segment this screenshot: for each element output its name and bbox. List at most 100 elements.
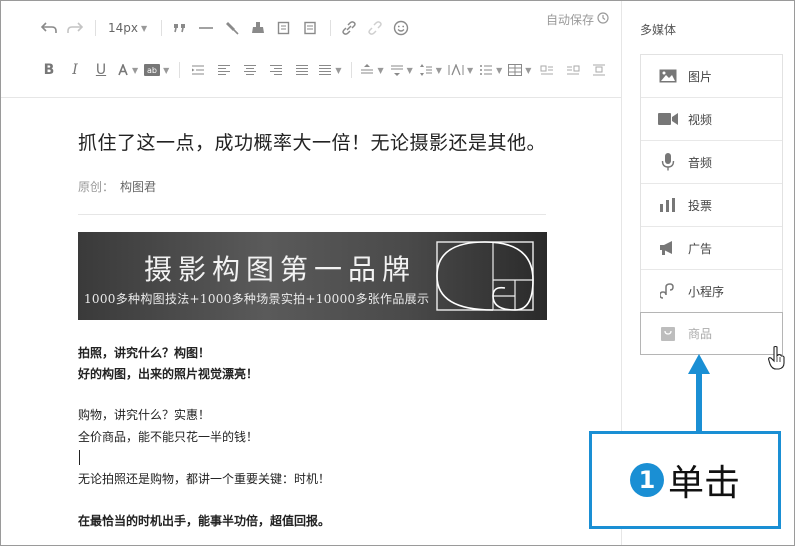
font-color-button[interactable]: ▼ — [117, 59, 138, 81]
template-icon[interactable] — [274, 17, 294, 39]
toolbar-row-1: 14px ▼ — [39, 15, 417, 41]
chevron-down-icon: ▼ — [496, 65, 503, 75]
chevron-down-icon: ▼ — [132, 65, 139, 75]
microphone-icon — [658, 153, 678, 171]
media-item-label: 音频 — [688, 155, 713, 170]
font-size-select[interactable]: 14px ▼ — [104, 17, 151, 39]
editor-content[interactable]: 抓住了这一点，成功概率大一倍！无论摄影还是其他。 原创： 构图君 摄影构图第一品牌… — [1, 98, 621, 545]
align-center-icon[interactable] — [240, 59, 260, 81]
horizontal-rule-icon[interactable] — [196, 17, 216, 39]
align-left-icon[interactable] — [214, 59, 234, 81]
paragraph-spacing-after-icon[interactable]: ▼ — [390, 59, 413, 81]
paragraph[interactable]: 好的构图，出来的照片视觉漂亮！ — [78, 364, 258, 384]
undo-icon[interactable] — [39, 17, 59, 39]
chevron-down-icon: ▼ — [377, 65, 384, 75]
clock-icon — [597, 12, 609, 27]
paragraph[interactable]: 拍照，讲究什么？构图！ — [78, 343, 210, 363]
line-height-icon[interactable]: ▼ — [419, 59, 442, 81]
emoji-icon[interactable] — [391, 17, 411, 39]
editor-toolbar: 14px ▼ B I U ▼ ab ▼ ▼ ▼ ▼ ▼ ▼ ▼ ▼ 自动保存 — [1, 1, 621, 98]
step-number-badge: 1 — [629, 463, 664, 497]
chevron-down-icon: ▼ — [335, 65, 342, 75]
media-item-label: 商品 — [688, 327, 713, 341]
mini-program-icon — [658, 282, 678, 300]
chevron-down-icon: ▼ — [435, 65, 442, 75]
document-icon[interactable] — [300, 17, 320, 39]
paragraph-spacing-before-icon[interactable]: ▼ — [360, 59, 384, 81]
media-item-video[interactable]: 视频 — [641, 98, 782, 141]
media-item-label: 视频 — [688, 112, 713, 127]
media-item-label: 广告 — [688, 241, 713, 256]
step-callout: 1 单击 — [589, 431, 781, 529]
paragraph[interactable]: 无论拍照还是购物，都讲一个重要关键：时机！ — [78, 469, 330, 489]
step-instruction: 单击 — [667, 463, 740, 504]
italic-button[interactable]: I — [65, 59, 85, 81]
banner-title: 摄影构图第一品牌 — [144, 253, 417, 286]
author-name: 构图君 — [120, 180, 157, 194]
media-item-ad[interactable]: 广告 — [641, 227, 782, 270]
letter-spacing-icon[interactable]: ▼ — [448, 59, 473, 81]
annotation-arrow-icon — [688, 354, 710, 432]
underline-button[interactable]: U — [91, 59, 111, 81]
unlink-icon[interactable] — [365, 17, 385, 39]
title-divider — [78, 214, 546, 215]
chevron-down-icon: ▼ — [525, 65, 532, 75]
bold-button[interactable]: B — [39, 59, 59, 81]
author-line[interactable]: 原创： 构图君 — [78, 178, 156, 195]
format-painter-icon[interactable] — [222, 17, 242, 39]
article-title[interactable]: 抓住了这一点，成功概率大一倍！无论摄影还是其他。 — [78, 128, 546, 155]
media-list: 图片 视频 音频 投票 广告 小程序 商品 — [640, 54, 783, 355]
media-item-image[interactable]: 图片 — [641, 55, 782, 98]
link-icon[interactable] — [339, 17, 359, 39]
font-size-value: 14px — [108, 21, 138, 35]
media-panel-title: 多媒体 — [640, 23, 677, 37]
megaphone-icon — [658, 239, 678, 257]
background-color-button[interactable]: ab ▼ — [144, 59, 169, 81]
media-item-label: 图片 — [688, 69, 713, 84]
video-icon — [658, 110, 678, 128]
text-cursor — [79, 450, 80, 465]
clear-format-icon[interactable] — [248, 17, 268, 39]
autosave-indicator[interactable]: 自动保存 — [546, 11, 609, 28]
hand-cursor-icon — [768, 346, 785, 370]
table-icon[interactable]: ▼ — [508, 59, 531, 81]
blockquote-icon[interactable] — [170, 17, 190, 39]
toolbar-divider — [351, 62, 353, 78]
media-item-mini-program[interactable]: 小程序 — [641, 270, 782, 313]
redo-icon[interactable] — [65, 17, 85, 39]
align-distribute-icon[interactable]: ▼ — [318, 59, 341, 81]
toolbar-divider — [179, 62, 181, 78]
toolbar-divider — [330, 20, 332, 36]
image-icon — [658, 67, 678, 85]
autosave-label: 自动保存 — [545, 13, 594, 27]
media-item-label: 小程序 — [688, 284, 725, 299]
chevron-down-icon: ▼ — [141, 23, 148, 33]
paragraph[interactable]: 全价商品，能不能只花一半的钱！ — [78, 427, 258, 447]
align-justify-icon[interactable] — [292, 59, 312, 81]
chevron-down-icon: ▼ — [466, 65, 474, 75]
float-center-icon[interactable] — [589, 59, 609, 81]
toolbar-divider — [95, 20, 96, 36]
author-label: 原创： — [78, 180, 115, 194]
bar-chart-icon — [658, 196, 678, 214]
indent-icon[interactable] — [188, 59, 208, 81]
media-item-vote[interactable]: 投票 — [641, 184, 782, 227]
svg-text:ab: ab — [147, 66, 157, 75]
banner-image[interactable]: 摄影构图第一品牌 1000多种构图技法+1000多种场景实拍+10000多张作品… — [78, 232, 547, 320]
paragraph[interactable]: 购物，讲究什么？实惠！ — [78, 405, 210, 425]
toolbar-divider — [161, 20, 163, 36]
paragraph[interactable]: 在最恰当的时机出手，能事半功倍，超值回报。 — [78, 511, 330, 531]
list-icon[interactable]: ▼ — [479, 59, 502, 81]
chevron-down-icon: ▼ — [163, 65, 170, 75]
media-item-product[interactable]: 商品 — [640, 312, 783, 355]
toolbar-row-2: B I U ▼ ab ▼ ▼ ▼ ▼ ▼ ▼ ▼ ▼ — [39, 57, 615, 83]
align-right-icon[interactable] — [266, 59, 286, 81]
media-item-audio[interactable]: 音频 — [641, 141, 782, 184]
golden-spiral-icon — [436, 241, 534, 311]
banner-subtitle: 1000多种构图技法+1000多种场景实拍+10000多张作品展示 — [84, 292, 430, 306]
float-left-icon[interactable] — [537, 59, 557, 81]
bag-icon — [658, 325, 678, 343]
media-item-label: 投票 — [688, 198, 713, 213]
chevron-down-icon: ▼ — [406, 65, 413, 75]
float-right-icon[interactable] — [563, 59, 583, 81]
